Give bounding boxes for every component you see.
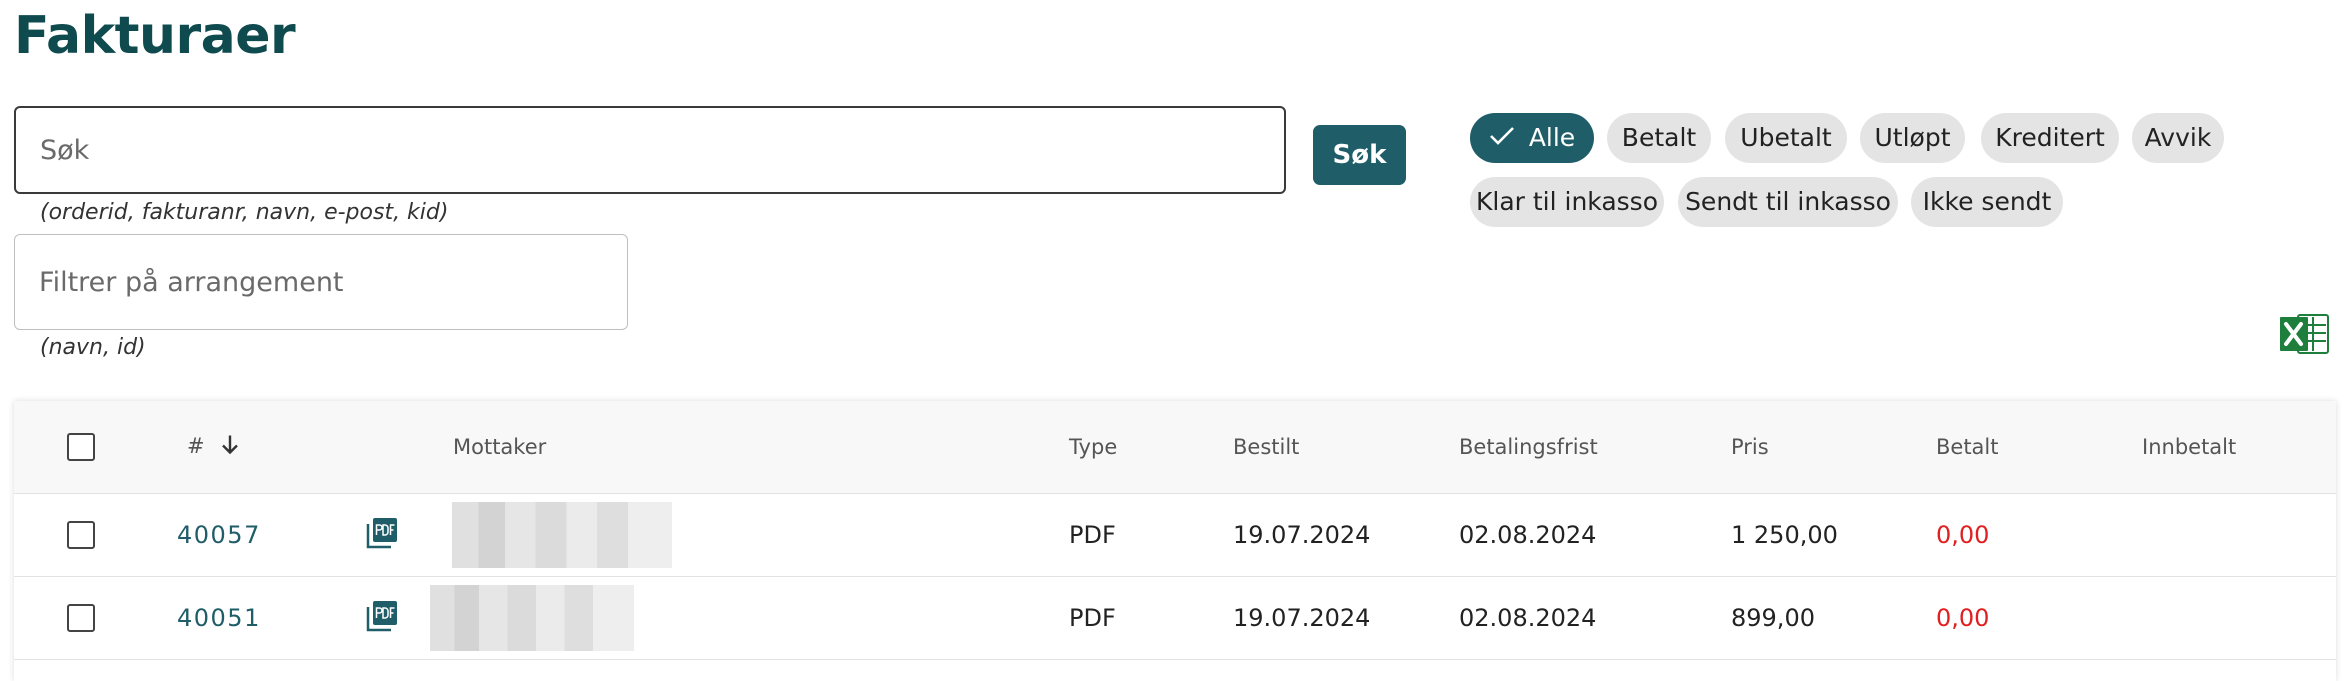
filter-chip-klar-til-inkasso[interactable]: Klar til inkasso (1470, 177, 1664, 227)
row-checkbox[interactable] (67, 603, 95, 632)
filter-chip-sendt-til-inkasso[interactable]: Sendt til inkasso (1678, 177, 1898, 227)
select-all-checkbox[interactable] (67, 433, 95, 461)
pdf-icon[interactable] (365, 516, 399, 554)
column-header-paid[interactable]: Betalt (1936, 435, 1999, 459)
filter-chip-label: Alle (1528, 123, 1576, 152)
table-row[interactable]: 40051 PDF 19.07.2024 02.08.2024 899,00 0… (14, 576, 2336, 660)
paid-amount: 0,00 (1936, 603, 1990, 632)
filter-chip-label: Ikke sendt (1922, 187, 2052, 216)
price-value: 1 250,00 (1731, 520, 1838, 549)
filter-chip-betalt[interactable]: Betalt (1607, 113, 1711, 163)
due-date: 02.08.2024 (1459, 520, 1597, 549)
ordered-date: 19.07.2024 (1233, 520, 1371, 549)
column-header-recipient[interactable]: Mottaker (453, 435, 546, 459)
filter-chip-kreditert[interactable]: Kreditert (1981, 113, 2119, 163)
invoice-number-link[interactable]: 40051 (177, 604, 261, 632)
page-title: Fakturaer (14, 6, 296, 66)
column-header-due-date[interactable]: Betalingsfrist (1459, 435, 1598, 459)
table-row[interactable]: 40057 PDF 19.07.2024 02.08.2024 1 250,00… (14, 493, 2336, 577)
paid-amount: 0,00 (1936, 520, 1990, 549)
filter-chip-ikke-sendt[interactable]: Ikke sendt (1911, 177, 2063, 227)
due-date: 02.08.2024 (1459, 603, 1597, 632)
check-icon (1489, 114, 1515, 164)
recipient-redacted (430, 584, 634, 651)
invoice-type: PDF (1069, 603, 1116, 632)
row-checkbox[interactable] (67, 520, 95, 549)
filter-chip-alle[interactable]: Alle (1470, 113, 1594, 163)
filter-chip-label: Sendt til inkasso (1685, 187, 1891, 216)
filter-chip-label: Klar til inkasso (1475, 187, 1659, 216)
ordered-date: 19.07.2024 (1233, 603, 1371, 632)
filter-chip-label: Kreditert (1995, 123, 2105, 152)
filter-chip-label: Utløpt (1874, 123, 1951, 152)
column-header-number[interactable]: # (187, 434, 239, 461)
column-header-price[interactable]: Pris (1731, 435, 1769, 459)
column-header-type[interactable]: Type (1069, 435, 1117, 459)
invoice-number-link[interactable]: 40057 (177, 521, 261, 549)
filter-chip-label: Ubetalt (1740, 123, 1832, 152)
column-header-ordered[interactable]: Bestilt (1233, 435, 1299, 459)
filter-chip-label: Avvik (2144, 123, 2212, 152)
search-hint: (orderid, fakturanr, navn, e-post, kid) (40, 200, 449, 225)
column-header-deposited[interactable]: Innbetalt (2142, 435, 2236, 459)
column-header-label: # (187, 434, 205, 458)
event-filter-input[interactable] (14, 234, 628, 330)
table-header: # Mottaker Type Bestilt Betalingsfrist P… (14, 401, 2336, 494)
recipient-redacted (452, 501, 672, 568)
invoice-type: PDF (1069, 520, 1116, 549)
search-button[interactable]: Søk (1313, 125, 1406, 185)
pdf-icon[interactable] (365, 599, 399, 637)
arrow-down-icon (221, 434, 239, 461)
price-value: 899,00 (1731, 603, 1815, 632)
invoice-table: # Mottaker Type Bestilt Betalingsfrist P… (14, 401, 2336, 681)
event-filter-hint: (navn, id) (40, 335, 146, 360)
filter-chip-label: Betalt (1621, 123, 1697, 152)
filter-chip-avvik[interactable]: Avvik (2132, 113, 2224, 163)
search-input[interactable] (14, 106, 1286, 194)
excel-icon[interactable] (2280, 311, 2330, 361)
filter-chip-ubetalt[interactable]: Ubetalt (1725, 113, 1847, 163)
filter-chip-utlopt[interactable]: Utløpt (1860, 113, 1965, 163)
